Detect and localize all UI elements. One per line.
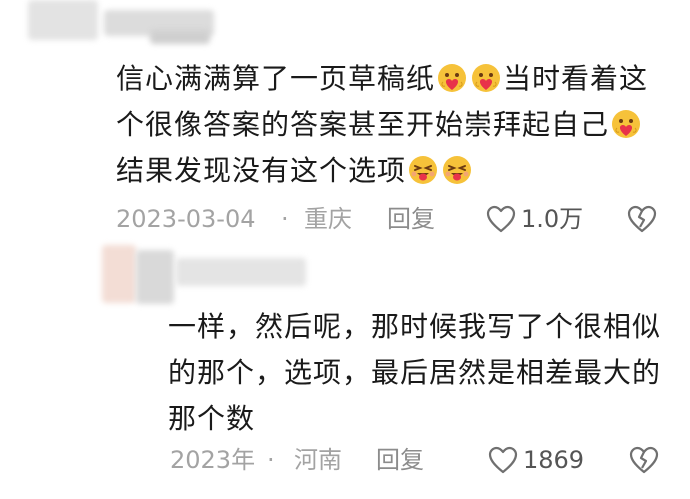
comment-line: 结果发现没有这个选项 <box>116 148 656 194</box>
comment-line: 一样，然后呢，那时候我写了个很相似 <box>168 310 662 343</box>
heart-outline-icon[interactable] <box>486 205 516 233</box>
reply-button[interactable]: 回复 <box>376 442 424 478</box>
broken-heart-icon[interactable] <box>627 205 657 233</box>
heart-outline-icon[interactable] <box>488 446 518 474</box>
broken-heart-icon[interactable] <box>629 446 659 474</box>
comment-date: 2023-03-04 <box>116 205 256 233</box>
reply-button[interactable]: 回复 <box>387 201 435 237</box>
comment-text-segment: 结果发现没有这个选项 <box>116 154 407 187</box>
heart-face-emoji-icon <box>438 64 467 92</box>
blurred-username <box>176 258 306 286</box>
heart-face-emoji-icon <box>472 64 501 92</box>
separator-dot: · <box>281 205 289 233</box>
comment-text-segment: 当时看着这 <box>503 62 649 95</box>
comment-line: 的那个，选项，最后居然是相差最大的 <box>168 356 662 389</box>
comment-text-segment: 个很像答案的答案甚至开始崇拜起自己 <box>116 108 610 141</box>
blurred-avatar <box>102 245 136 303</box>
blurred-username <box>150 30 210 44</box>
reply-body: 一样，然后呢，那时候我写了个很相似 的那个，选项，最后居然是相差最大的 那个数 <box>168 304 668 442</box>
heart-face-emoji-icon <box>612 110 641 138</box>
comment-date: 2023年 <box>170 446 256 474</box>
like-count: 1869 <box>523 446 585 474</box>
comment-location: 河南 <box>294 446 342 474</box>
blurred-avatar <box>136 250 174 304</box>
tongue-wink-emoji-icon <box>409 156 438 184</box>
comment-location: 重庆 <box>304 205 352 233</box>
separator-dot: · <box>267 446 275 474</box>
comment-line: 个很像答案的答案甚至开始崇拜起自己 <box>116 102 656 148</box>
comment-line: 信心满满算了一页草稿纸 当时看着这 <box>116 56 656 102</box>
like-count: 1.0万 <box>521 205 584 233</box>
comment-text-segment: 信心满满算了一页草稿纸 <box>116 62 436 95</box>
tongue-wink-emoji-icon <box>443 156 472 184</box>
blurred-avatar <box>28 0 98 40</box>
comment-body: 信心满满算了一页草稿纸 当时看着这 个很像答案的答案甚至开始崇拜起自己 结果发现 <box>116 56 656 194</box>
comment-line: 那个数 <box>168 402 256 435</box>
